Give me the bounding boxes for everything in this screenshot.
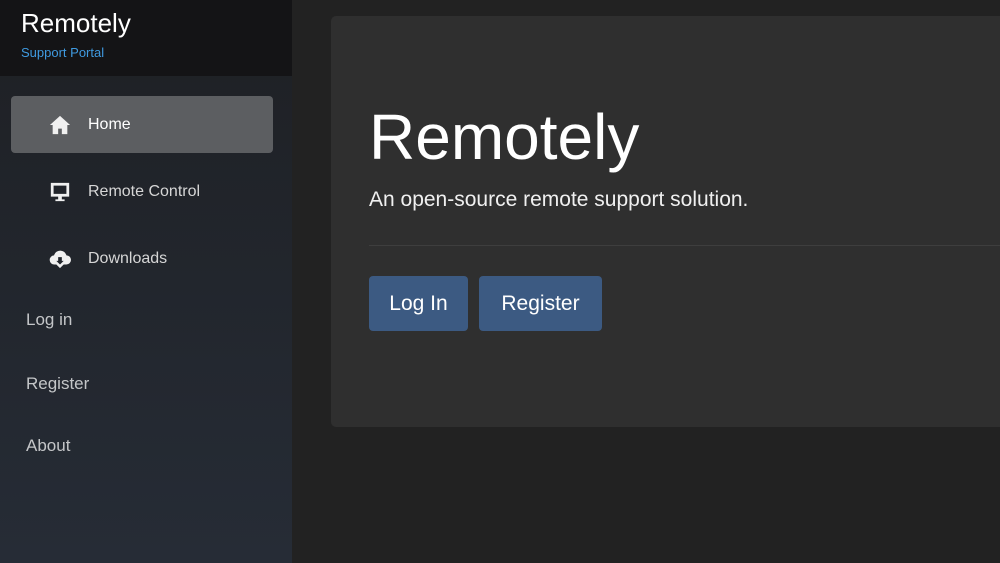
- link-log-in[interactable]: Log in: [26, 310, 72, 330]
- home-icon: [49, 115, 71, 134]
- link-about[interactable]: About: [26, 436, 70, 456]
- register-button[interactable]: Register: [479, 276, 602, 331]
- nav-item-label: Remote Control: [88, 182, 201, 200]
- brand: Remotely Support Portal: [0, 0, 292, 76]
- nav-item-label: Home: [88, 115, 131, 133]
- sidebar: Remotely Support Portal Home Remote Cont…: [0, 0, 292, 563]
- page-title: Remotely: [369, 101, 640, 173]
- brand-subtitle: Support Portal: [21, 45, 105, 60]
- brand-title[interactable]: Remotely: [21, 0, 292, 39]
- link-register[interactable]: Register: [26, 374, 89, 394]
- tagline: An open-source remote support solution.: [369, 188, 749, 211]
- monitor-icon: [50, 182, 70, 201]
- nav-item-downloads[interactable]: Downloads: [11, 230, 273, 287]
- nav-item-remote-control[interactable]: Remote Control: [11, 163, 273, 220]
- jumbotron: Remotely An open-source remote support s…: [331, 16, 1000, 427]
- log-in-button[interactable]: Log In: [369, 276, 468, 331]
- nav-item-home[interactable]: Home: [11, 96, 273, 153]
- cloud-download-icon: [49, 250, 71, 268]
- divider: [369, 245, 1000, 246]
- nav-item-label: Downloads: [88, 249, 168, 267]
